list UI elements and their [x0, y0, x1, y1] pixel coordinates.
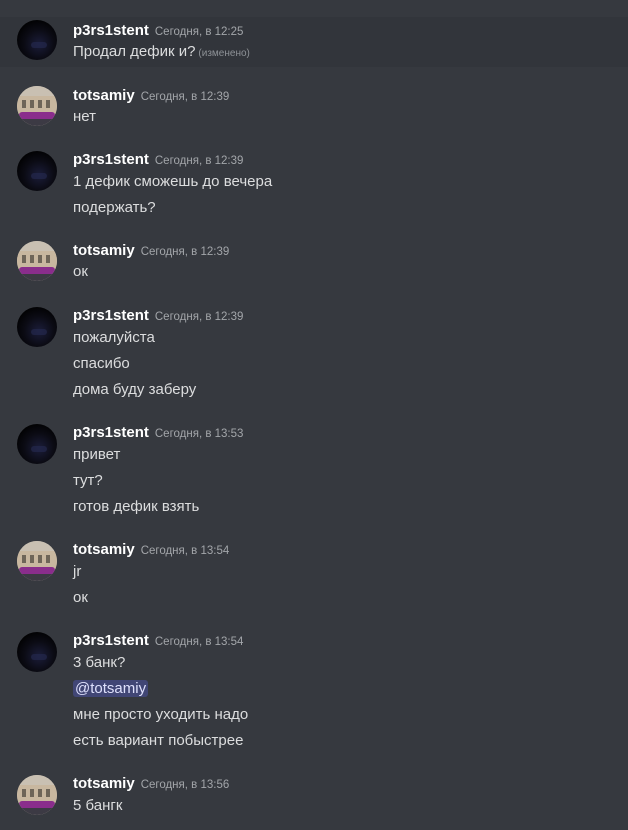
- message-header: p3rs1stent Сегодня, в 12:39: [73, 307, 243, 325]
- message-text: тут?: [73, 472, 103, 489]
- message-text: @totsamiy: [73, 680, 149, 697]
- username[interactable]: p3rs1stent: [73, 307, 149, 324]
- message-header: p3rs1stent Сегодня, в 12:39: [73, 151, 243, 169]
- username[interactable]: totsamiy: [73, 775, 135, 792]
- timestamp: Сегодня, в 12:25: [154, 26, 244, 38]
- avatar[interactable]: [17, 20, 57, 60]
- message-group: p3rs1stent Сегодня, в 12:25 Продал дефик …: [0, 17, 628, 67]
- avatar[interactable]: [17, 424, 57, 464]
- message-header: totsamiy Сегодня, в 13:56: [73, 775, 229, 793]
- avatar[interactable]: [17, 775, 57, 815]
- timestamp: Сегодня, в 13:54: [140, 545, 230, 557]
- message-header: p3rs1stent Сегодня, в 13:54: [73, 632, 243, 650]
- avatar[interactable]: [17, 86, 57, 126]
- message-text: ок: [73, 263, 88, 280]
- timestamp: Сегодня, в 13:54: [154, 636, 244, 648]
- message-text: пожалуйста: [73, 329, 155, 346]
- username[interactable]: totsamiy: [73, 242, 135, 259]
- message-group: p3rs1stent Сегодня, в 12:39 пожалуйста сп…: [0, 302, 628, 407]
- username[interactable]: totsamiy: [73, 541, 135, 558]
- message-group: totsamiy Сегодня, в 13:54 jr ок: [0, 536, 628, 616]
- avatar[interactable]: [17, 307, 57, 347]
- message-line: Продал дефик и?: [73, 43, 196, 60]
- timestamp: Сегодня, в 12:39: [154, 155, 244, 167]
- message-group: p3rs1stent Сегодня, в 12:39 1 дефик сможе…: [0, 146, 628, 226]
- timestamp: Сегодня, в 13:56: [140, 779, 230, 791]
- message-group: totsamiy Сегодня, в 12:39 нет: [0, 82, 628, 132]
- message-header: totsamiy Сегодня, в 12:39: [73, 87, 229, 105]
- username[interactable]: p3rs1stent: [73, 151, 149, 168]
- message-group: totsamiy Сегодня, в 13:56 5 бангк: [0, 770, 628, 825]
- message-text: 5 бангк: [73, 797, 123, 814]
- message-header: p3rs1stent Сегодня, в 12:25: [73, 22, 243, 40]
- message-text: нет: [73, 108, 96, 125]
- message-text: привет: [73, 446, 121, 463]
- avatar[interactable]: [17, 541, 57, 581]
- message-text: дома буду заберу: [73, 381, 197, 398]
- timestamp: Сегодня, в 13:53: [154, 428, 244, 440]
- message-text: ок: [73, 589, 88, 606]
- message-text: 1 дефик сможешь до вечера: [73, 173, 273, 190]
- message-group: totsamiy Сегодня, в 12:39 ок: [0, 237, 628, 287]
- message-text: jr: [73, 563, 82, 580]
- message-header: totsamiy Сегодня, в 12:39: [73, 242, 229, 260]
- username[interactable]: totsamiy: [73, 87, 135, 104]
- user-mention[interactable]: @totsamiy: [73, 680, 149, 697]
- message-text: мне просто уходить надо: [73, 706, 249, 723]
- avatar[interactable]: [17, 241, 57, 281]
- message-header: totsamiy Сегодня, в 13:54: [73, 541, 229, 559]
- message-text: спасибо: [73, 355, 130, 372]
- message-text: 3 банк?: [73, 654, 126, 671]
- username[interactable]: p3rs1stent: [73, 632, 149, 649]
- edited-label: (изменено): [198, 48, 250, 59]
- timestamp: Сегодня, в 12:39: [140, 246, 230, 258]
- message-text: Продал дефик и? (изменено): [73, 43, 250, 60]
- message-text: готов дефик взять: [73, 498, 200, 515]
- username[interactable]: p3rs1stent: [73, 424, 149, 441]
- username[interactable]: p3rs1stent: [73, 22, 149, 39]
- avatar[interactable]: [17, 632, 57, 672]
- timestamp: Сегодня, в 12:39: [154, 311, 244, 323]
- message-group: p3rs1stent Сегодня, в 13:54 3 банк? @tots…: [0, 627, 628, 757]
- message-group: p3rs1stent Сегодня, в 13:53 привет тут? г…: [0, 419, 628, 524]
- message-header: p3rs1stent Сегодня, в 13:53: [73, 424, 243, 442]
- message-text: подержать?: [73, 199, 156, 216]
- timestamp: Сегодня, в 12:39: [140, 91, 230, 103]
- avatar[interactable]: [17, 151, 57, 191]
- message-text: есть вариант побыстрее: [73, 732, 244, 749]
